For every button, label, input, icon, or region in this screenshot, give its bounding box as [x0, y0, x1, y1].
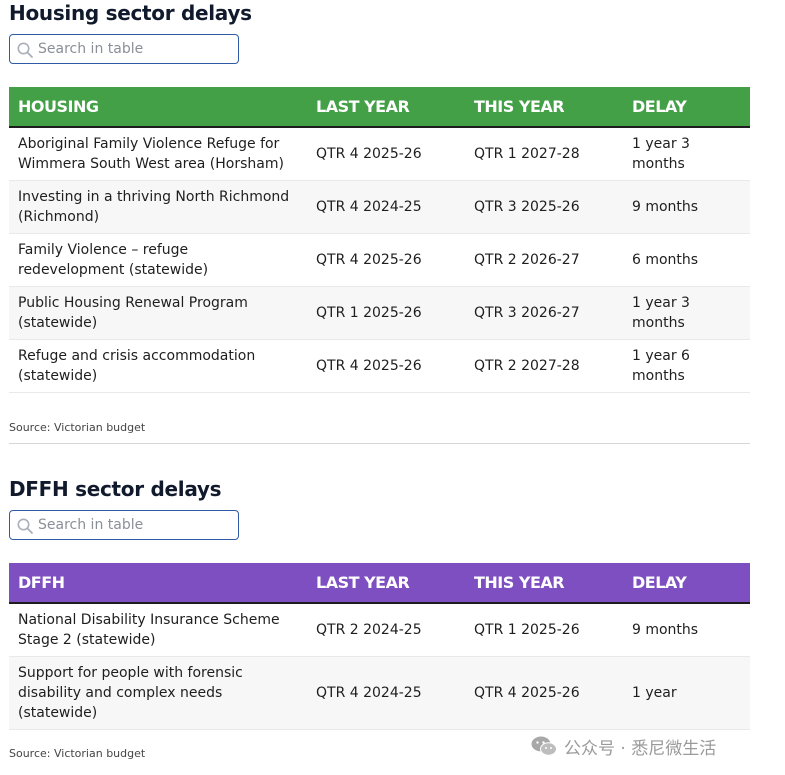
- this-year-cell: QTR 1 2027-28: [465, 127, 623, 181]
- search-icon: [17, 518, 33, 534]
- last-year-cell: QTR 4 2025-26: [307, 233, 465, 287]
- column-header-this-year[interactable]: THIS YEAR: [465, 563, 623, 604]
- last-year-cell: QTR 4 2024-25: [307, 180, 465, 234]
- table-row: Aboriginal Family Violence Refuge for Wi…: [9, 127, 750, 181]
- watermark: 公众号 · 悉尼微生活: [530, 734, 717, 759]
- housing-section: Housing sector delays HOUSING LAST YEAR …: [9, 0, 750, 434]
- column-header-last-year[interactable]: LAST YEAR: [307, 563, 465, 604]
- dffh-table: DFFH LAST YEAR THIS YEAR DELAY National …: [9, 563, 750, 730]
- wechat-icon: [531, 736, 557, 756]
- project-cell: Public Housing Renewal Program (statewid…: [9, 286, 307, 340]
- this-year-cell: QTR 3 2025-26: [465, 180, 623, 234]
- project-cell: Investing in a thriving North Richmond (…: [9, 180, 307, 234]
- project-cell: National Disability Insurance Scheme Sta…: [9, 603, 307, 657]
- last-year-cell: QTR 1 2025-26: [307, 286, 465, 340]
- table-row: National Disability Insurance Scheme Sta…: [9, 603, 750, 657]
- housing-title: Housing sector delays: [9, 1, 252, 25]
- column-header-delay[interactable]: DELAY: [623, 563, 750, 604]
- section-divider: [9, 443, 750, 444]
- project-cell: Refuge and crisis accommodation (statewi…: [9, 339, 307, 393]
- this-year-cell: QTR 3 2026-27: [465, 286, 623, 340]
- this-year-cell: QTR 2 2027-28: [465, 339, 623, 393]
- last-year-cell: QTR 2 2024-25: [307, 603, 465, 657]
- last-year-cell: QTR 4 2024-25: [307, 656, 465, 730]
- table-row: Support for people with forensic disabil…: [9, 656, 750, 730]
- delay-cell: 1 year 6 months: [623, 339, 750, 393]
- column-header-delay[interactable]: DELAY: [623, 87, 750, 128]
- delay-cell: 9 months: [623, 603, 750, 657]
- table-header-row: HOUSING LAST YEAR THIS YEAR DELAY: [9, 87, 750, 128]
- this-year-cell: QTR 1 2025-26: [465, 603, 623, 657]
- column-header-last-year[interactable]: LAST YEAR: [307, 87, 465, 128]
- dffh-section: DFFH sector delays DFFH LAST YEAR THIS Y…: [9, 476, 750, 760]
- project-cell: Aboriginal Family Violence Refuge for Wi…: [9, 127, 307, 181]
- search-icon: [17, 42, 33, 58]
- delay-cell: 9 months: [623, 180, 750, 234]
- dffh-title: DFFH sector delays: [9, 477, 222, 501]
- column-header-this-year[interactable]: THIS YEAR: [465, 87, 623, 128]
- dffh-search-input[interactable]: [38, 514, 234, 536]
- housing-source-note: Source: Victorian budget: [9, 421, 146, 434]
- delay-cell: 1 year 3 months: [623, 127, 750, 181]
- dffh-search-box[interactable]: [9, 510, 239, 540]
- housing-search-box[interactable]: [9, 34, 239, 64]
- table-row: Refuge and crisis accommodation (statewi…: [9, 339, 750, 393]
- project-cell: Family Violence – refuge redevelopment (…: [9, 233, 307, 287]
- delay-cell: 6 months: [623, 233, 750, 287]
- last-year-cell: QTR 4 2025-26: [307, 127, 465, 181]
- delay-cell: 1 year: [623, 656, 750, 730]
- this-year-cell: QTR 2 2026-27: [465, 233, 623, 287]
- delay-cell: 1 year 3 months: [623, 286, 750, 340]
- column-header-housing[interactable]: HOUSING: [9, 87, 307, 128]
- table-row: Public Housing Renewal Program (statewid…: [9, 286, 750, 340]
- table-row: Investing in a thriving North Richmond (…: [9, 180, 750, 234]
- watermark-text: 公众号 · 悉尼微生活: [564, 738, 717, 759]
- table-row: Family Violence – refuge redevelopment (…: [9, 233, 750, 287]
- project-cell: Support for people with forensic disabil…: [9, 656, 307, 730]
- housing-search-input[interactable]: [38, 38, 234, 60]
- last-year-cell: QTR 4 2025-26: [307, 339, 465, 393]
- housing-table: HOUSING LAST YEAR THIS YEAR DELAY Aborig…: [9, 87, 750, 393]
- column-header-dffh[interactable]: DFFH: [9, 563, 307, 604]
- this-year-cell: QTR 4 2025-26: [465, 656, 623, 730]
- table-header-row: DFFH LAST YEAR THIS YEAR DELAY: [9, 563, 750, 604]
